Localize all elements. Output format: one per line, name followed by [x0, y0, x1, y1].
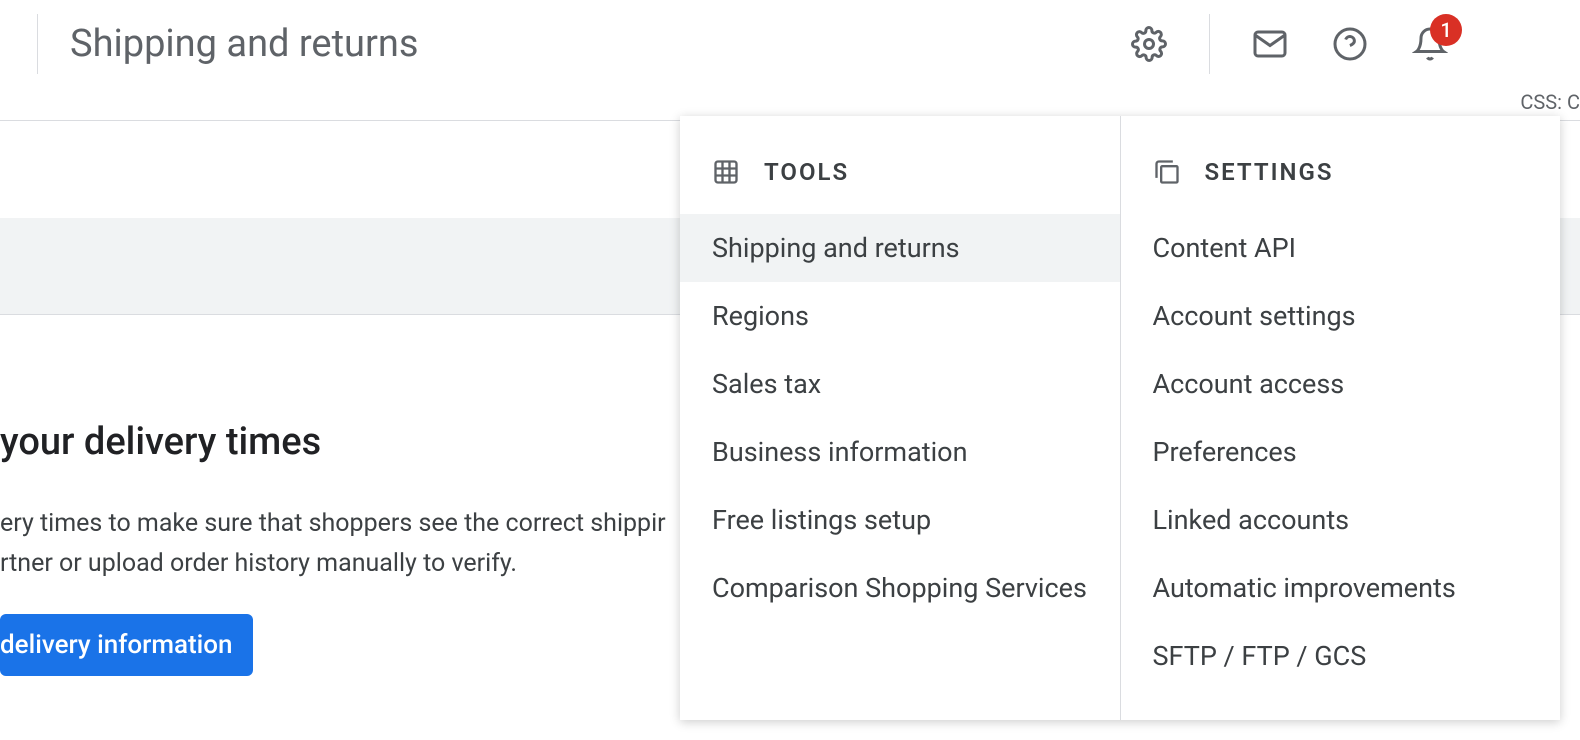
page-title: Shipping and returns: [70, 22, 418, 66]
mail-button[interactable]: [1250, 24, 1290, 64]
css-label: CSS: C: [1520, 90, 1580, 114]
header-left-edge: [0, 14, 38, 74]
tools-item-comparison-shopping[interactable]: Comparison Shopping Services: [680, 554, 1120, 622]
tools-header: TOOLS: [680, 146, 1120, 214]
delivery-info-button[interactable]: delivery information: [0, 614, 253, 676]
tools-item-business-info[interactable]: Business information: [680, 418, 1120, 486]
notification-badge: 1: [1430, 14, 1462, 46]
content-text: ery times to make sure that shoppers see…: [0, 504, 680, 584]
header: Shipping and returns: [0, 0, 1580, 88]
settings-item-content-api[interactable]: Content API: [1121, 214, 1561, 282]
content-heading: your delivery times: [0, 420, 680, 464]
tools-item-sales-tax[interactable]: Sales tax: [680, 350, 1120, 418]
mail-icon: [1252, 26, 1288, 62]
tools-item-free-listings[interactable]: Free listings setup: [680, 486, 1120, 554]
settings-header: SETTINGS: [1121, 146, 1561, 214]
settings-column: SETTINGS Content API Account settings Ac…: [1121, 116, 1561, 720]
settings-dropdown-panel: TOOLS Shipping and returns Regions Sales…: [680, 116, 1560, 720]
gear-icon: [1131, 26, 1167, 62]
notifications-button[interactable]: 1: [1410, 24, 1450, 64]
tools-item-regions[interactable]: Regions: [680, 282, 1120, 350]
settings-item-account-settings[interactable]: Account settings: [1121, 282, 1561, 350]
settings-icon: [1153, 158, 1181, 186]
settings-item-sftp-ftp-gcs[interactable]: SFTP / FTP / GCS: [1121, 622, 1561, 690]
tools-column: TOOLS Shipping and returns Regions Sales…: [680, 116, 1121, 720]
header-separator: [1209, 14, 1210, 74]
settings-header-label: SETTINGS: [1205, 158, 1334, 186]
content-line-2: rtner or upload order history manually t…: [0, 549, 517, 578]
help-button[interactable]: [1330, 24, 1370, 64]
header-icons: 1: [1129, 14, 1450, 74]
content-line-1: ery times to make sure that shoppers see…: [0, 509, 666, 538]
settings-item-automatic-improvements[interactable]: Automatic improvements: [1121, 554, 1561, 622]
tools-header-label: TOOLS: [764, 158, 849, 186]
settings-item-account-access[interactable]: Account access: [1121, 350, 1561, 418]
settings-button[interactable]: [1129, 24, 1169, 64]
settings-item-preferences[interactable]: Preferences: [1121, 418, 1561, 486]
settings-item-linked-accounts[interactable]: Linked accounts: [1121, 486, 1561, 554]
main-content: your delivery times ery times to make su…: [0, 420, 680, 676]
help-icon: [1332, 26, 1368, 62]
tools-icon: [712, 158, 740, 186]
tools-item-shipping-returns[interactable]: Shipping and returns: [680, 214, 1120, 282]
